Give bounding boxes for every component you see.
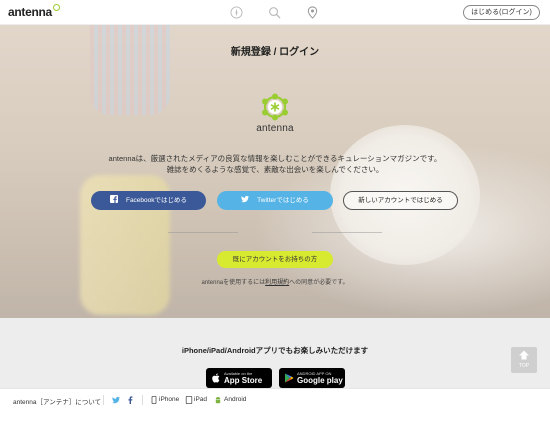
ipad-link[interactable]: iPad	[194, 396, 207, 403]
hero-section: 新規登録 / ログイン antenna antennaは、厳選されたメディアの良…	[0, 25, 550, 318]
terms-prefix: antennaを使用するには	[201, 280, 266, 286]
android-link[interactable]: Android	[224, 396, 246, 403]
app-store-badge[interactable]: Available on the App Store	[206, 368, 272, 388]
facebook-icon	[109, 195, 118, 204]
signup-panel: 新規登録 / ログイン antenna antennaは、厳選されたメディアの良…	[0, 25, 550, 318]
apps-section: iPhone/iPad/Androidアプリでもお楽しみいただけます Avail…	[0, 318, 550, 388]
apple-icon	[212, 373, 220, 383]
footer-divider	[103, 395, 104, 405]
terms-suffix: への同意が必要です。	[289, 280, 349, 286]
divider-left	[168, 232, 238, 233]
footer-divider	[142, 395, 143, 405]
about-link[interactable]: antenna［アンテナ］について	[13, 396, 101, 406]
login-button[interactable]: はじめる(ログイン)	[463, 5, 540, 20]
brand-name: antenna	[256, 123, 294, 134]
apps-headline: iPhone/iPad/Androidアプリでもお楽しみいただけます	[181, 346, 369, 355]
compass-icon[interactable]	[230, 6, 243, 19]
new-account-button[interactable]: 新しいアカウントではじめる	[343, 191, 458, 210]
terms-notice: antennaを使用するには利用規約への同意が必要です。	[0, 277, 550, 286]
facebook-signup-label: Facebookではじめる	[125, 197, 188, 204]
existing-account-button[interactable]: 既にアカウントをお持ちの方	[217, 251, 333, 268]
page-title: 新規登録 / ログイン	[230, 47, 320, 58]
site-footer: antenna［アンテナ］について iPhone iPad Android	[0, 388, 550, 410]
ipad-icon	[185, 396, 193, 404]
facebook-signup-button[interactable]: Facebookではじめる	[91, 191, 206, 210]
twitter-icon	[241, 196, 250, 203]
service-description: antennaは、厳選されたメディアの良質な情報を楽しむことができるキュレーショ…	[0, 153, 550, 175]
arrow-up-icon	[519, 350, 529, 360]
logo[interactable]: antenna	[8, 4, 60, 19]
divider-right	[312, 232, 382, 233]
site-header: antenna はじめる(ログイン)	[0, 0, 550, 25]
logo-circle-icon	[52, 4, 60, 11]
android-icon	[215, 397, 221, 404]
location-pin-icon[interactable]	[306, 6, 319, 19]
description-line-2: 雑誌をめくるような感覚で、素敵な出会いを楽しんでください。	[166, 165, 384, 174]
twitter-signup-button[interactable]: Twitterではじめる	[217, 191, 333, 210]
back-to-top-label: TOP	[518, 363, 530, 369]
iphone-icon	[151, 396, 157, 404]
google-play-big-text: Google play	[297, 376, 343, 385]
app-store-big-text: App Store	[224, 376, 263, 385]
terms-link[interactable]: 利用規約	[265, 280, 289, 286]
antenna-logo-icon	[262, 93, 288, 121]
google-play-icon	[285, 373, 294, 383]
google-play-badge[interactable]: ANDROID APP ON Google play	[279, 368, 345, 388]
logo-text: antenna	[8, 5, 52, 19]
twitter-icon[interactable]	[112, 396, 120, 404]
twitter-signup-label: Twitterではじめる	[257, 197, 309, 204]
search-icon[interactable]	[268, 6, 281, 19]
back-to-top-button[interactable]: TOP	[511, 347, 537, 373]
description-line-1: antennaは、厳選されたメディアの良質な情報を楽しむことができるキュレーショ…	[108, 154, 442, 163]
iphone-link[interactable]: iPhone	[159, 396, 179, 403]
facebook-icon[interactable]	[126, 396, 134, 404]
